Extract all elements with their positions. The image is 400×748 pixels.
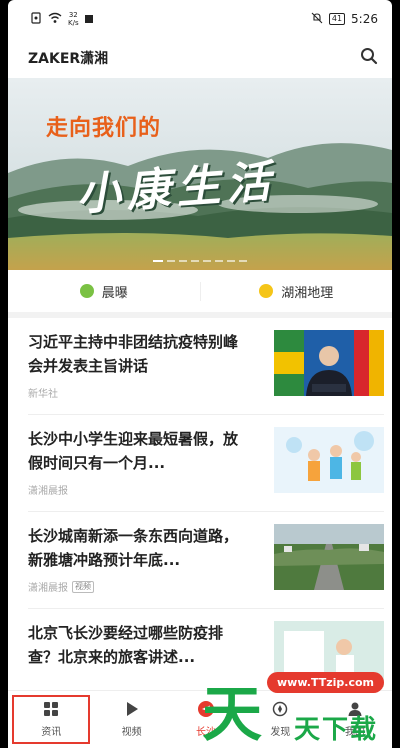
quicklink-label: 湖湘地理 xyxy=(281,285,334,301)
mute-icon xyxy=(311,12,323,27)
tab-label: 发现 xyxy=(270,727,291,738)
play-icon xyxy=(124,701,140,720)
news-thumbnail xyxy=(274,524,384,590)
compass-icon xyxy=(272,701,288,720)
news-title: 长沙中小学生迎来最短暑假，放假时间只有一个月... xyxy=(28,430,239,472)
video-badge: 视频 xyxy=(72,580,94,593)
news-item[interactable]: 习近平主持中非团结抗疫特别峰会并发表主旨讲话 新华社 xyxy=(28,318,384,415)
news-thumbnail xyxy=(274,330,384,396)
tab-discover[interactable]: 发现 xyxy=(243,691,317,748)
carousel-dot xyxy=(153,260,163,262)
banner-carousel[interactable]: 走向我们的 小康生活 xyxy=(8,78,392,270)
news-title: 长沙城南新添一条东西向道路，新雅塘冲路预计年底... xyxy=(28,527,239,569)
status-bar: 32 K/s 41 5:26 xyxy=(8,0,392,38)
tab-label: 视频 xyxy=(121,727,142,738)
tab-label: 资讯 xyxy=(41,727,62,738)
balloon-icon xyxy=(79,284,94,298)
tab-news[interactable]: 资讯 xyxy=(12,695,91,744)
app-header: ZAKER潇湘 xyxy=(8,38,392,78)
banner-headline: 走向我们的 xyxy=(46,116,162,141)
quicklink-huxiang-geography[interactable]: 湖湘地理 xyxy=(199,281,393,301)
carousel-dot xyxy=(215,260,223,262)
tab-label: 长沙 xyxy=(196,727,217,738)
quicklink-chenpu[interactable]: 晨曝 xyxy=(8,282,200,301)
battery-indicator: 41 xyxy=(328,13,346,25)
app-screen: 32 K/s 41 5:26 ZAKER潇湘 走向我们的 小康生活 晨曝 湖湘地… xyxy=(8,0,392,748)
tab-video[interactable]: 视频 xyxy=(94,691,168,748)
news-source: 潇湘晨报 xyxy=(28,583,68,594)
grid-icon xyxy=(43,701,59,720)
carousel-dot xyxy=(191,260,199,262)
search-icon[interactable] xyxy=(360,47,378,69)
tab-changsha[interactable]: 长沙 xyxy=(169,691,243,748)
news-thumbnail xyxy=(274,427,384,493)
speed-value: 32 xyxy=(68,11,78,19)
network-speed: 32 K/s xyxy=(68,11,79,27)
carousel-dot xyxy=(167,260,175,262)
notification-icon xyxy=(84,15,93,23)
carousel-dot xyxy=(239,260,247,262)
carousel-indicator xyxy=(8,260,392,262)
person-icon xyxy=(347,701,363,720)
paper-plane-icon xyxy=(198,701,215,720)
tab-mine[interactable]: 我的 xyxy=(318,691,392,748)
carousel-dot xyxy=(227,260,235,262)
news-list: 习近平主持中非团结抗疫特别峰会并发表主旨讲话 新华社 长沙中小学生迎来最短暑假，… xyxy=(8,318,392,706)
news-title: 习近平主持中非团结抗疫特别峰会并发表主旨讲话 xyxy=(28,333,239,375)
bottom-tab-bar: 资讯 视频 长沙 发现 我的 xyxy=(8,690,392,748)
news-title: 北京飞长沙要经过哪些防疫排查？北京来的旅客讲述... xyxy=(28,624,224,666)
news-item[interactable]: 长沙城南新添一条东西向道路，新雅塘冲路预计年底... 潇湘晨报 视频 xyxy=(28,512,384,609)
quicklink-label: 晨曝 xyxy=(101,285,128,301)
carousel-dot xyxy=(179,260,187,262)
app-title: ZAKER潇湘 xyxy=(28,51,109,67)
sim-icon xyxy=(30,11,42,27)
smiley-icon xyxy=(259,284,274,298)
speed-unit: K/s xyxy=(68,19,79,27)
tab-label: 我的 xyxy=(344,727,365,738)
news-source: 新华社 xyxy=(28,389,58,400)
clock: 5:26 xyxy=(351,12,378,26)
wifi-icon xyxy=(48,12,62,27)
news-thumbnail xyxy=(274,621,384,687)
news-item[interactable]: 长沙中小学生迎来最短暑假，放假时间只有一个月... 潇湘晨报 xyxy=(28,415,384,512)
quick-links: 晨曝 湖湘地理 xyxy=(8,270,392,318)
carousel-dot xyxy=(203,260,211,262)
news-source: 潇湘晨报 xyxy=(28,486,68,497)
